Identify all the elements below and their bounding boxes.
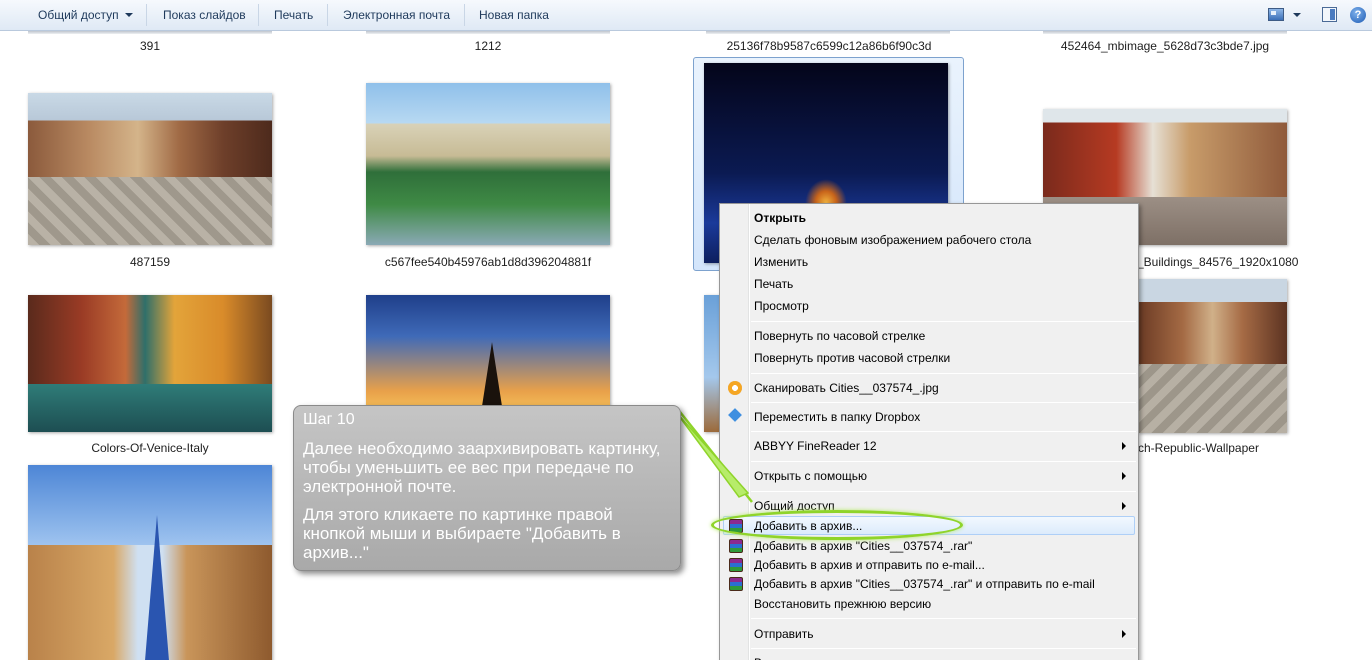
scan-icon [728,381,742,395]
explorer-toolbar: Общий доступ Показ слайдов Печать Электр… [0,0,1372,31]
callout-paragraph: Для этого кликаете по картинке правой кн… [303,505,621,562]
annotation-highlight-ring [711,510,963,540]
callout-title: Шаг 10 [303,411,355,428]
toolbar-separator [464,4,465,26]
menu-separator [751,321,1136,322]
menu-item-scan[interactable]: Сканировать Cities__037574_.jpg [754,381,939,395]
change-view-icon[interactable] [1268,8,1284,21]
menu-item-open-with[interactable]: Открыть с помощью [754,469,867,483]
context-menu: Открыть Сделать фоновым изображением раб… [719,203,1139,660]
menu-item-add-archive-rar-email[interactable]: Добавить в архив "Cities__037574_.rar" и… [754,577,1095,591]
file-name[interactable]: 452464_mbimage_5628d73c3bde7.jpg [1043,39,1287,53]
menu-item-partial[interactable]: В [754,656,762,660]
help-icon[interactable]: ? [1350,7,1366,23]
menu-separator [751,491,1136,492]
menu-item-open[interactable]: Открыть [754,211,806,225]
menu-separator [751,461,1136,462]
file-name[interactable]: Colors-Of-Venice-Italy [28,441,272,455]
menu-separator [751,648,1136,649]
menu-item-preview[interactable]: Просмотр [754,299,809,313]
menu-item-rotate-cw[interactable]: Повернуть по часовой стрелке [754,329,925,343]
toolbar-separator [258,4,259,26]
winrar-icon [729,539,743,553]
winrar-icon [729,558,743,572]
file-name[interactable]: 487159 [28,255,272,269]
thumbnail-venice[interactable] [28,295,272,432]
menu-item-edit[interactable]: Изменить [754,255,808,269]
menu-item-send-to[interactable]: Отправить [754,627,814,641]
thumbnail-prague[interactable] [28,93,272,245]
share-button[interactable]: Общий доступ [38,8,119,22]
file-name[interactable]: 25136f78b9587c6599c12a86b6f90c3d [694,39,964,53]
toolbar-separator [146,4,147,26]
share-dropdown-arrow-icon[interactable] [125,13,133,17]
submenu-arrow-icon [1122,472,1126,480]
menu-item-add-archive-email[interactable]: Добавить в архив и отправить по e-mail..… [754,558,985,572]
menu-item-abbyy[interactable]: ABBYY FineReader 12 [754,439,877,453]
email-button[interactable]: Электронная почта [343,8,450,22]
toolbar-separator [327,4,328,26]
thumbnail-edge [28,31,272,34]
thumbnail-edge [706,31,950,34]
print-button[interactable]: Печать [274,8,313,22]
new-folder-button[interactable]: Новая папка [479,8,549,22]
file-name[interactable]: c567fee540b45976ab1d8d396204881f [366,255,610,269]
preview-pane-icon[interactable] [1322,7,1337,22]
file-name[interactable]: 391 [28,39,272,53]
menu-item-add-archive-rar[interactable]: Добавить в архив "Cities__037574_.rar" [754,539,972,553]
file-name[interactable]: ch-Republic-Wallpaper [1138,441,1259,455]
submenu-arrow-icon [1122,442,1126,450]
menu-item-rotate-ccw[interactable]: Повернуть против часовой стрелки [754,351,950,365]
thumbnail-partial[interactable] [704,295,720,432]
view-dropdown-arrow-icon[interactable] [1293,13,1301,17]
callout-paragraph: Далее необходимо заархивировать картинку… [303,439,661,496]
menu-item-set-wallpaper[interactable]: Сделать фоновым изображением рабочего ст… [754,233,1031,247]
thumbnail-edge [366,31,610,34]
menu-separator [751,618,1136,619]
thumbnail-czech[interactable] [1138,279,1287,433]
menu-separator [751,431,1136,432]
menu-item-print[interactable]: Печать [754,277,793,291]
file-name[interactable]: 1212 [366,39,610,53]
thumbnail-edge [1043,31,1287,34]
menu-item-restore-version[interactable]: Восстановить прежнюю версию [754,597,931,611]
submenu-arrow-icon [1122,502,1126,510]
menu-item-move-dropbox[interactable]: Переместить в папку Dropbox [754,410,920,424]
thumbnail-peterhof[interactable] [366,83,610,245]
thumbnail-paris-street[interactable] [28,465,272,660]
winrar-icon [729,577,743,591]
dropbox-icon [728,408,742,422]
slideshow-button[interactable]: Показ слайдов [163,8,246,22]
instruction-callout: Шаг 10 Далее необходимо заархивировать к… [293,405,681,571]
submenu-arrow-icon [1122,630,1126,638]
menu-separator [751,402,1136,403]
menu-separator [751,373,1136,374]
file-name[interactable]: _Buildings_84576_1920x1080 [1137,255,1298,269]
